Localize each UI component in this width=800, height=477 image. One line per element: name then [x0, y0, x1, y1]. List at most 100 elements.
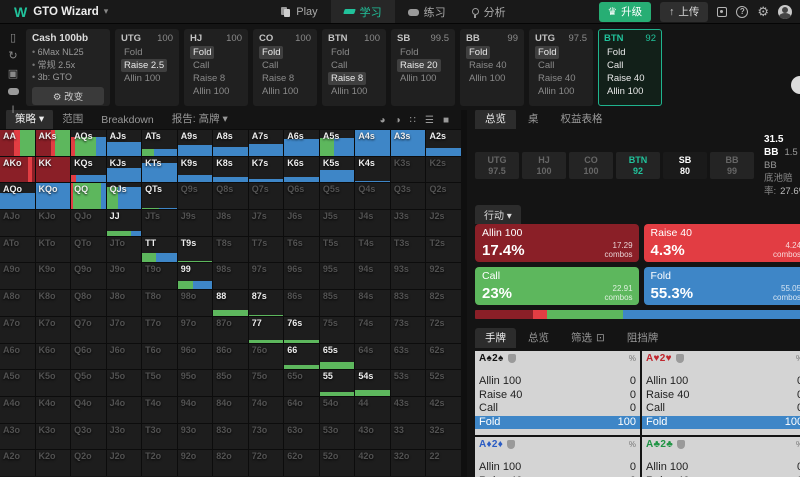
- pie-icon[interactable]: ◕: [380, 115, 386, 126]
- hand-cell-A5s[interactable]: A5s: [320, 130, 355, 156]
- hand-cell-T9s[interactable]: T9s: [178, 237, 213, 263]
- hand-cell-A9o[interactable]: A9o: [0, 263, 35, 289]
- hand-cell-Q8o[interactable]: Q8o: [71, 290, 106, 316]
- hand-cell-75s[interactable]: 75s: [320, 317, 355, 343]
- hand-cell-ATo[interactable]: ATo: [0, 237, 35, 263]
- hand-cell-K2o[interactable]: K2o: [36, 450, 71, 476]
- hand-cell-Q4s[interactable]: Q4s: [355, 183, 390, 209]
- hand-cell-97o[interactable]: 97o: [178, 317, 213, 343]
- nav-item-analyze[interactable]: 分析: [459, 0, 519, 23]
- hand-cell-K9s[interactable]: K9s: [178, 157, 213, 183]
- position-action[interactable]: Allin 100: [328, 85, 370, 98]
- hand-cell-86s[interactable]: 86s: [284, 290, 319, 316]
- hand-cell-J7o[interactable]: J7o: [107, 317, 142, 343]
- hand-cell-42o[interactable]: 42o: [355, 450, 390, 476]
- hand-cell-Q3o[interactable]: Q3o: [71, 424, 106, 450]
- hand-cell-QJo[interactable]: QJo: [71, 210, 106, 236]
- hand-cell-J6o[interactable]: J6o: [107, 344, 142, 370]
- hand-cell-Q3s[interactable]: Q3s: [391, 183, 426, 209]
- hand-panel-3[interactable]: A♣2♣%Allin 1000Raise 400Call0Fold100: [642, 437, 800, 477]
- hand-cell-T5s[interactable]: T5s: [320, 237, 355, 263]
- hand-cell-94o[interactable]: 94o: [178, 397, 213, 423]
- position-action[interactable]: Raise 40: [535, 72, 579, 85]
- hand-cell-Q7s[interactable]: Q7s: [249, 183, 284, 209]
- hand-cell-AJs[interactable]: AJs: [107, 130, 142, 156]
- hand-cell-75o[interactable]: 75o: [249, 370, 284, 396]
- hand-cell-J4s[interactable]: J4s: [355, 210, 390, 236]
- position-action[interactable]: Call: [259, 59, 281, 72]
- hand-cell-J8s[interactable]: J8s: [213, 210, 248, 236]
- hand-cell-A4s[interactable]: A4s: [355, 130, 390, 156]
- position-action[interactable]: Fold: [190, 46, 214, 59]
- hand-cell-99[interactable]: 99: [178, 263, 213, 289]
- hand-cell-KQo[interactable]: KQo: [36, 183, 71, 209]
- hand-cell-93s[interactable]: 93s: [391, 263, 426, 289]
- nav-item-practice[interactable]: 练习: [395, 0, 459, 23]
- hand-cell-AA[interactable]: AA: [0, 130, 35, 156]
- action-box-allin-100[interactable]: Allin 10017.4%17.29combos: [475, 224, 639, 262]
- position-action[interactable]: Call: [604, 59, 626, 72]
- position-action[interactable]: Raise 8: [328, 72, 366, 85]
- hand-cell-A9s[interactable]: A9s: [178, 130, 213, 156]
- hand-cell-A8o[interactable]: A8o: [0, 290, 35, 316]
- hand-cell-K9o[interactable]: K9o: [36, 263, 71, 289]
- hand-cell-63s[interactable]: 63s: [391, 344, 426, 370]
- hand-cell-K4o[interactable]: K4o: [36, 397, 71, 423]
- grid-icon[interactable]: ∷: [410, 115, 416, 126]
- hand-cell-KTs[interactable]: KTs: [142, 157, 177, 183]
- position-action[interactable]: Allin 100: [259, 85, 301, 98]
- hand-cell-63o[interactable]: 63o: [284, 424, 319, 450]
- hand-cell-33[interactable]: 33: [391, 424, 426, 450]
- hand-cell-Q7o[interactable]: Q7o: [71, 317, 106, 343]
- avatar[interactable]: [778, 5, 792, 19]
- hand-cell-TT[interactable]: TT: [142, 237, 177, 263]
- hand-cell-32s[interactable]: 32s: [426, 424, 461, 450]
- hand-cell-88[interactable]: 88: [213, 290, 248, 316]
- hand-cell-QQ[interactable]: QQ: [71, 183, 106, 209]
- hand-cell-AKo[interactable]: AKo: [0, 157, 35, 183]
- hand-cell-T8o[interactable]: T8o: [142, 290, 177, 316]
- hand-cell-Q6o[interactable]: Q6o: [71, 344, 106, 370]
- floating-button[interactable]: [791, 76, 800, 94]
- action-box-raise-40[interactable]: Raise 404.3%4.24combos: [644, 224, 800, 262]
- strip-position-utg[interactable]: UTG97.5: [475, 152, 519, 179]
- hand-cell-K2s[interactable]: K2s: [426, 157, 461, 183]
- hand-cell-66[interactable]: 66: [284, 344, 319, 370]
- hand-cell-72o[interactable]: 72o: [249, 450, 284, 476]
- hand-cell-73s[interactable]: 73s: [391, 317, 426, 343]
- hand-cell-JTo[interactable]: JTo: [107, 237, 142, 263]
- position-action[interactable]: Fold: [535, 46, 559, 59]
- hand-cell-82s[interactable]: 82s: [426, 290, 461, 316]
- hand-cell-AJo[interactable]: AJo: [0, 210, 35, 236]
- hand-cell-A4o[interactable]: A4o: [0, 397, 35, 423]
- hand-cell-KJs[interactable]: KJs: [107, 157, 142, 183]
- hand-cell-84o[interactable]: 84o: [213, 397, 248, 423]
- hand-cell-T3s[interactable]: T3s: [391, 237, 426, 263]
- hand-cell-K7o[interactable]: K7o: [36, 317, 71, 343]
- hand-cell-32o[interactable]: 32o: [391, 450, 426, 476]
- gamepad-icon[interactable]: [5, 85, 21, 99]
- position-action[interactable]: Raise 8: [259, 72, 297, 85]
- hand-tab-总览[interactable]: 总览: [518, 328, 559, 348]
- position-action[interactable]: Raise 20: [397, 59, 441, 72]
- hand-tab-阻挡牌[interactable]: 阻挡牌: [617, 328, 669, 348]
- hand-cell-54s[interactable]: 54s: [355, 370, 390, 396]
- hand-cell-83s[interactable]: 83s: [391, 290, 426, 316]
- hand-cell-AQs[interactable]: AQs: [71, 130, 106, 156]
- hand-cell-T6o[interactable]: T6o: [142, 344, 177, 370]
- hand-cell-KK[interactable]: KK: [36, 157, 71, 183]
- contrast-icon[interactable]: ◑: [395, 115, 401, 126]
- hand-tab-筛选[interactable]: 筛选⊡: [561, 328, 615, 348]
- hand-cell-J6s[interactable]: J6s: [284, 210, 319, 236]
- hand-cell-AKs[interactable]: AKs: [36, 130, 71, 156]
- hand-cell-A3s[interactable]: A3s: [391, 130, 426, 156]
- position-action[interactable]: Fold: [604, 46, 628, 59]
- hand-cell-A7s[interactable]: A7s: [249, 130, 284, 156]
- matrix-tab-范围[interactable]: 范围: [53, 109, 92, 129]
- hand-cell-85o[interactable]: 85o: [213, 370, 248, 396]
- hand-cell-JJ[interactable]: JJ: [107, 210, 142, 236]
- hand-cell-K6o[interactable]: K6o: [36, 344, 71, 370]
- hand-cell-K5s[interactable]: K5s: [320, 157, 355, 183]
- hand-cell-Q9o[interactable]: Q9o: [71, 263, 106, 289]
- hand-cell-A2o[interactable]: A2o: [0, 450, 35, 476]
